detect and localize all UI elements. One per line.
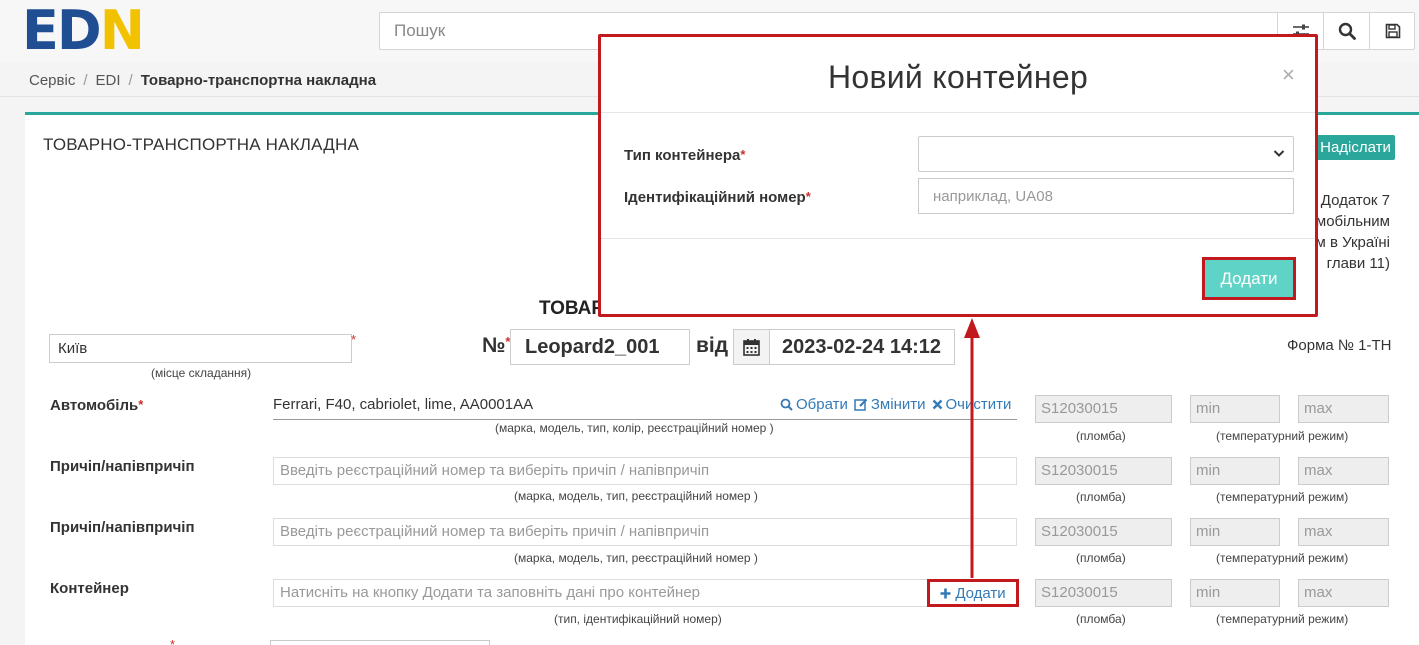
required-mark: * — [805, 189, 811, 204]
new-container-modal: Новий контейнер × Тип контейнера* Іденти… — [598, 34, 1318, 317]
annotation-arrowhead-up — [964, 318, 980, 338]
modal-title: Новий контейнер — [827, 59, 1089, 95]
modal-divider — [601, 238, 1315, 239]
chevron-down-icon — [1273, 150, 1285, 157]
required-mark: * — [740, 147, 746, 162]
modal-divider — [601, 112, 1315, 113]
modal-add-button[interactable]: Додати — [1205, 260, 1293, 297]
container-type-label: Тип контейнера* — [624, 147, 746, 164]
container-type-select[interactable] — [918, 136, 1294, 172]
container-id-label: Ідентифікаційний номер* — [624, 189, 811, 206]
container-id-input[interactable] — [918, 178, 1294, 214]
close-icon[interactable]: × — [1282, 62, 1295, 88]
add-button-highlight: Додати — [1202, 257, 1296, 300]
